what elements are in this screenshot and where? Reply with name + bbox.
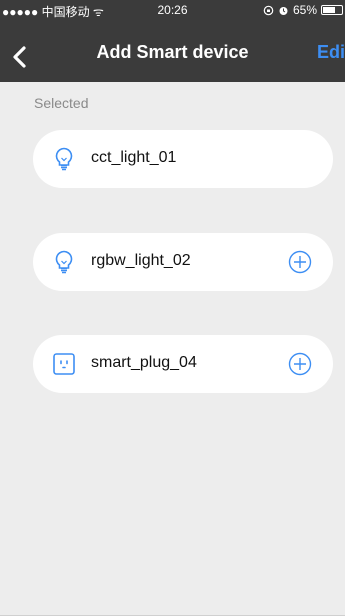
- plug-icon: [53, 353, 75, 375]
- app-header: ●●●●● 中国移动 ᯤ 20:26 65% Add Smart device …: [0, 0, 345, 82]
- device-name: cct_light_01: [91, 149, 177, 166]
- battery-percent: 65%: [292, 3, 317, 17]
- page-title: Add Smart device: [96, 42, 249, 62]
- device-card-cct-light-01[interactable]: cct_light_01: [33, 130, 333, 188]
- alarm-icon: [279, 6, 288, 15]
- lightbulb-icon: [55, 147, 73, 171]
- device-name: rgbw_light_02: [91, 252, 191, 269]
- add-circle-icon[interactable]: [288, 352, 312, 376]
- nav-bar: Add Smart device Edit: [0, 28, 345, 82]
- device-card-smart-plug-04[interactable]: smart_plug_04: [33, 335, 333, 393]
- lightbulb-icon: [55, 250, 73, 274]
- battery-icon: [321, 5, 343, 15]
- add-circle-icon[interactable]: [288, 250, 312, 274]
- edit-button[interactable]: Edit: [317, 42, 345, 63]
- device-name: smart_plug_04: [91, 354, 197, 371]
- selected-section-label: Selected: [34, 95, 89, 111]
- status-right: 65%: [263, 3, 343, 17]
- device-card-rgbw-light-02[interactable]: rgbw_light_02: [33, 233, 333, 291]
- orientation-lock-icon: [263, 5, 274, 15]
- status-bar: ●●●●● 中国移动 ᯤ 20:26 65%: [0, 0, 345, 20]
